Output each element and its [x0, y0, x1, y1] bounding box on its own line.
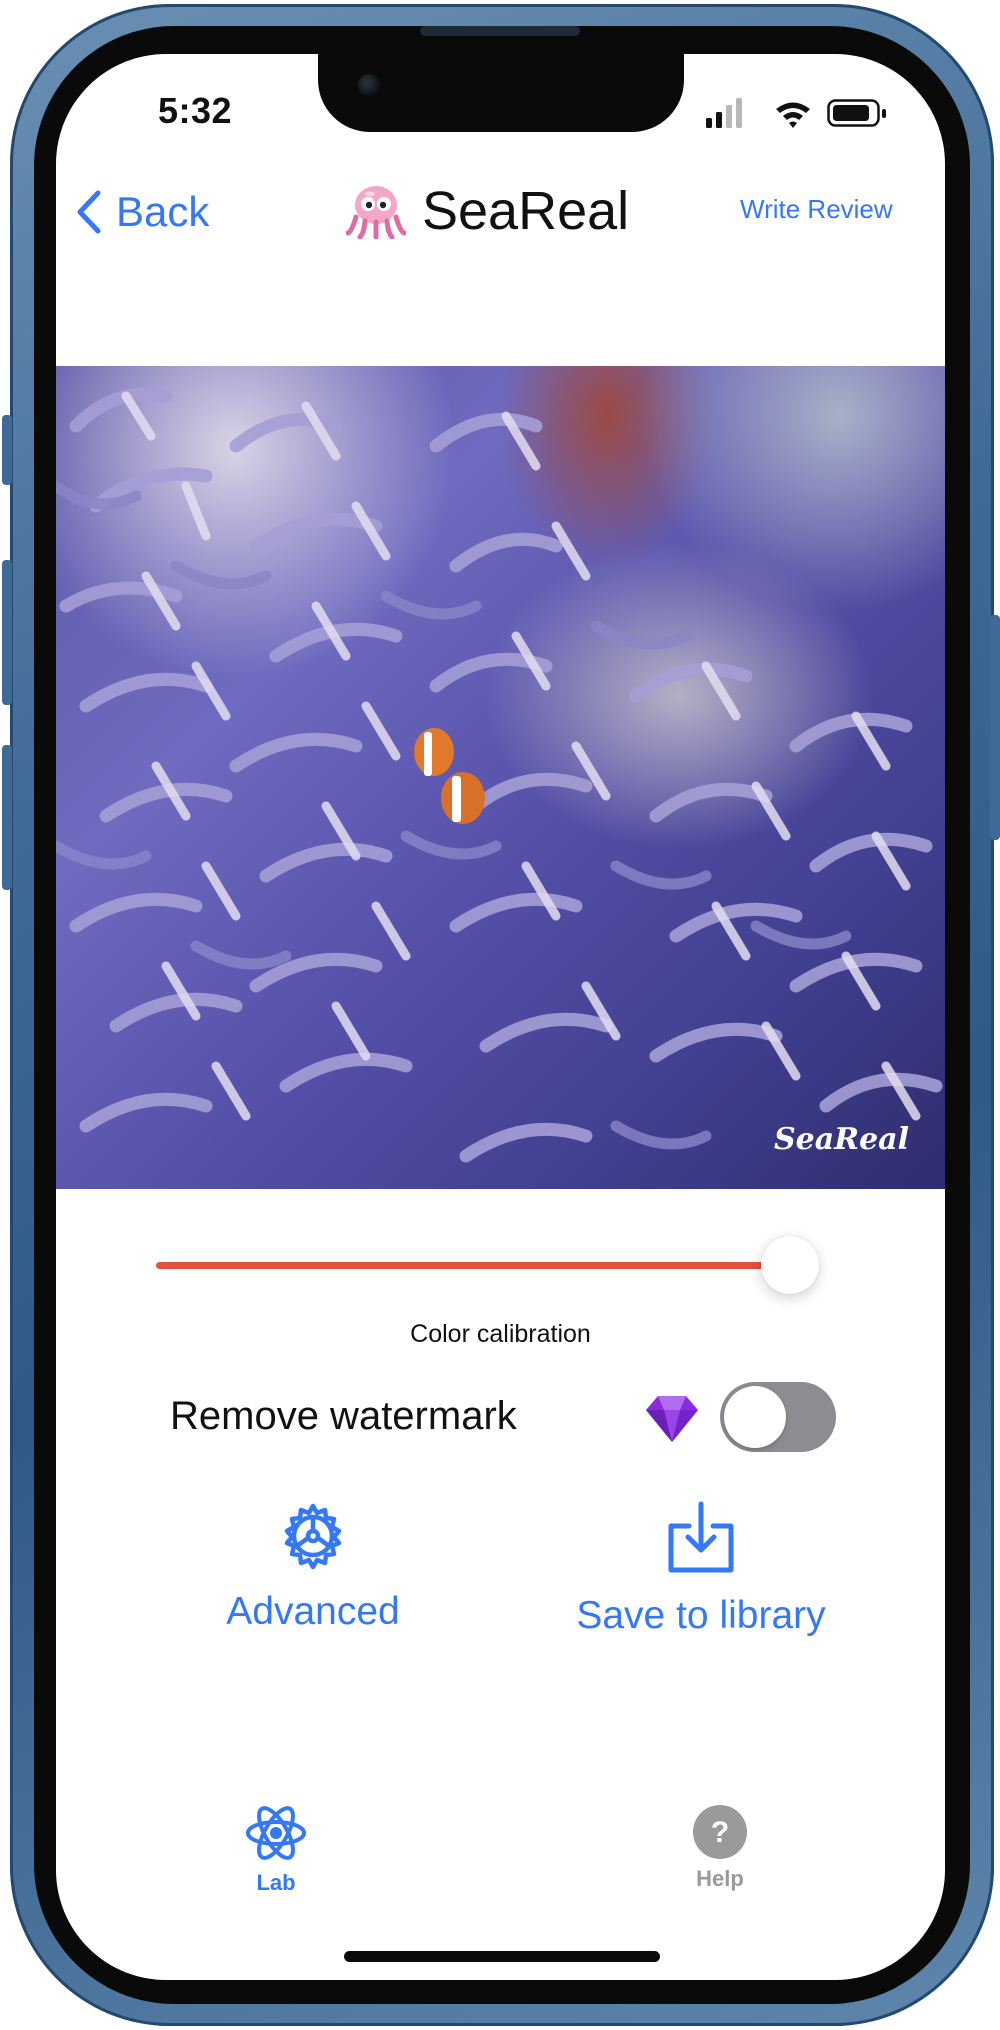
tab-help-label: Help: [696, 1866, 744, 1891]
status-time: 5:32: [158, 90, 233, 131]
advanced-button[interactable]: Advanced: [188, 1500, 438, 1634]
remove-watermark-label: Remove watermark: [170, 1394, 517, 1438]
diamond-icon: [646, 1396, 698, 1442]
photo-watermark: SeaReal: [773, 1122, 909, 1157]
color-calibration-label: Color calibration: [410, 1320, 591, 1348]
advanced-label: Advanced: [226, 1590, 400, 1633]
write-review-button[interactable]: Write Review: [740, 194, 893, 225]
save-to-library-label: Save to library: [576, 1594, 826, 1637]
back-button[interactable]: Back: [76, 182, 209, 242]
wifi-icon: [776, 102, 810, 128]
app-title-text: SeaReal: [422, 181, 630, 241]
front-camera: [358, 74, 380, 96]
download-tray-icon: [668, 1501, 734, 1573]
volume-down-button: [2, 745, 12, 890]
photo-preview: SeaReal: [56, 366, 945, 1189]
notch: [318, 54, 684, 132]
app-title: SeaReal: [346, 176, 629, 246]
atom-icon: [246, 1806, 306, 1860]
battery-icon: [827, 99, 886, 127]
volume-up-button: [2, 560, 12, 705]
octopus-icon: [346, 186, 406, 239]
gear-icon: [284, 1503, 342, 1570]
chevron-left-icon: [77, 190, 101, 234]
screen: 5:32 Back SeaReal Write Review SeaReal C…: [56, 54, 945, 1980]
tab-lab[interactable]: Lab: [216, 1802, 336, 1896]
toggle-knob: [724, 1386, 786, 1448]
signal-icon: [706, 98, 742, 128]
save-to-library-button[interactable]: Save to library: [556, 1500, 846, 1638]
home-indicator: [344, 1951, 660, 1962]
slider-thumb[interactable]: [760, 1236, 819, 1294]
clownfish: [414, 728, 485, 824]
tab-lab-label: Lab: [256, 1870, 296, 1895]
mute-switch: [2, 415, 12, 485]
svg-text:?: ?: [711, 1816, 729, 1849]
color-calibration-slider[interactable]: [156, 1236, 819, 1294]
tab-help[interactable]: ? Help: [660, 1804, 780, 1892]
question-circle-icon: ?: [693, 1805, 747, 1859]
anemone-photo: [56, 387, 943, 1163]
remove-watermark-toggle[interactable]: [720, 1382, 836, 1452]
back-label: Back: [116, 188, 210, 235]
status-icons: [706, 98, 886, 128]
speaker-grille: [420, 26, 580, 36]
power-button: [990, 615, 1000, 840]
